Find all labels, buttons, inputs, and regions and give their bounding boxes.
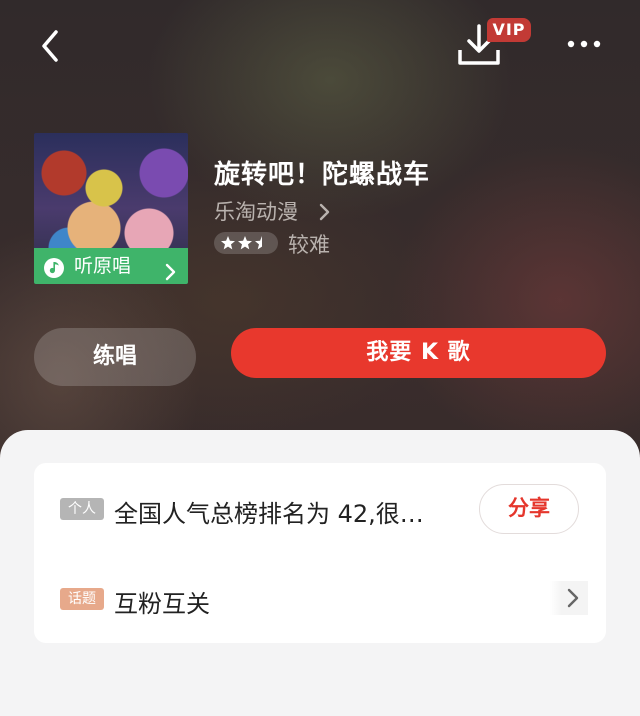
personal-tag: 个人 <box>60 498 104 520</box>
more-dots-icon <box>567 40 601 48</box>
song-cover[interactable]: 听原唱 <box>34 133 188 284</box>
listen-original-button[interactable]: 听原唱 <box>34 248 188 284</box>
topic-chevron[interactable] <box>550 581 588 615</box>
more-button[interactable] <box>560 34 608 54</box>
difficulty-label: 较难 <box>288 233 330 257</box>
rank-text[interactable]: 全国人气总榜排名为 42,很… <box>114 494 424 529</box>
topic-tag: 话题 <box>60 588 104 610</box>
practice-button[interactable]: 练唱 <box>34 328 196 386</box>
listen-original-label: 听原唱 <box>74 255 132 277</box>
chevron-left-icon <box>42 30 58 62</box>
chevron-right-icon <box>318 202 330 226</box>
artist-link[interactable]: 乐淘动漫 <box>214 196 330 226</box>
chevron-right-icon <box>164 257 176 284</box>
sing-karaoke-button[interactable]: 我要 K 歌 <box>231 328 606 378</box>
back-button[interactable] <box>36 28 66 64</box>
music-note-icon <box>43 255 65 284</box>
topic-text[interactable]: 互粉互关 <box>114 584 210 619</box>
vip-badge: VIP <box>487 18 531 42</box>
difficulty-rating <box>214 232 278 254</box>
song-title: 旋转吧！陀螺战车 <box>214 160 431 190</box>
star-rating-icon <box>221 236 262 250</box>
share-button[interactable]: 分享 <box>479 484 579 534</box>
chevron-right-icon <box>567 588 579 608</box>
artist-name: 乐淘动漫 <box>214 200 298 224</box>
